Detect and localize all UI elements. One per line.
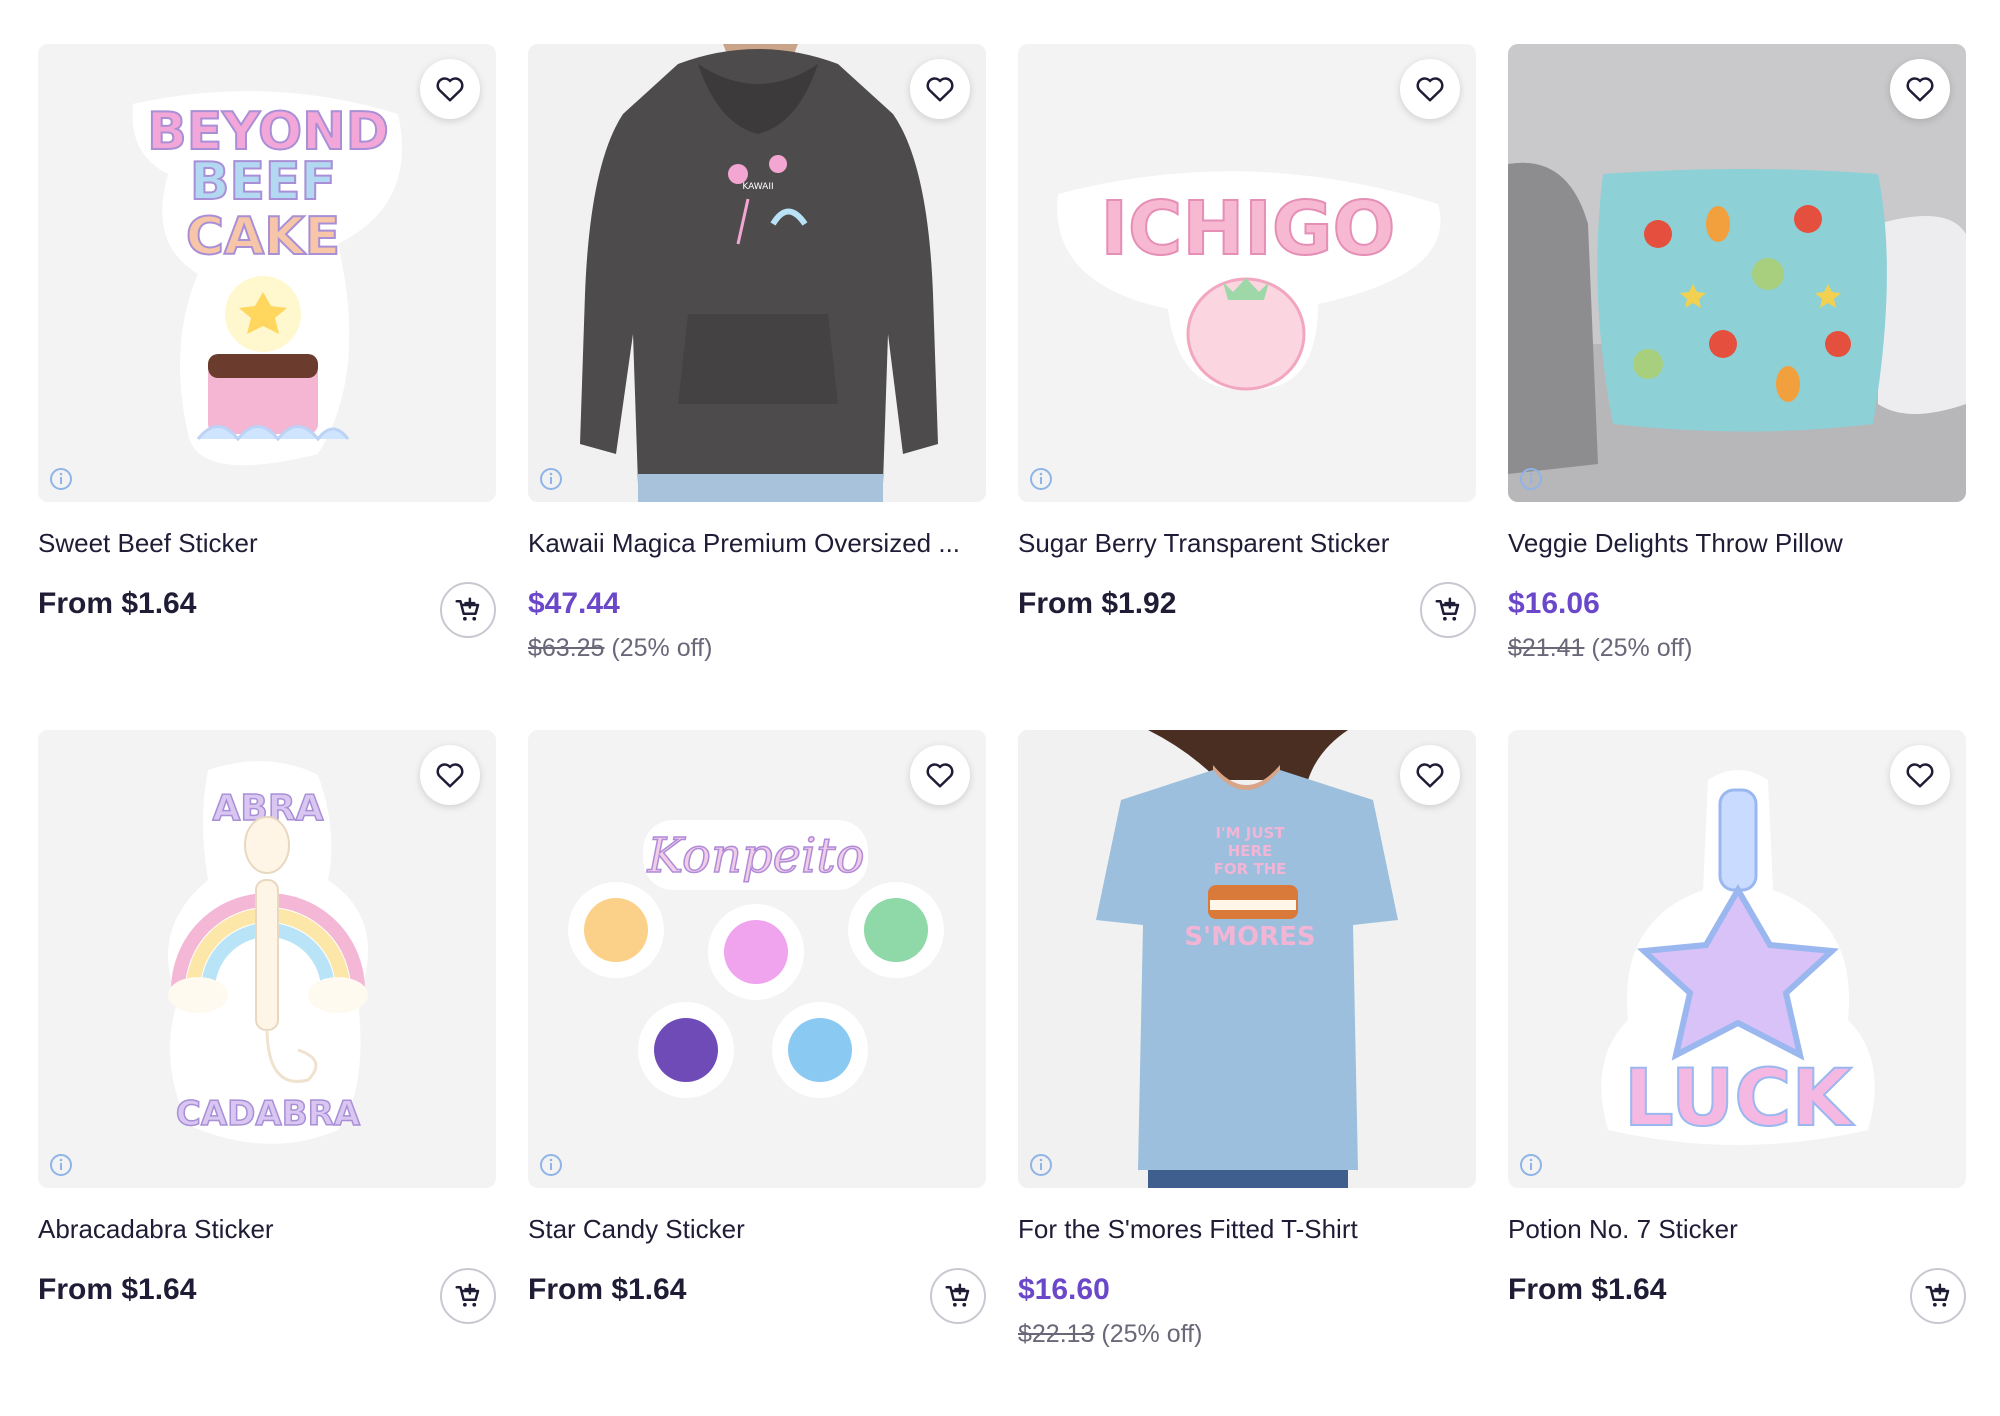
- product-price: From $1.92: [1018, 587, 1177, 620]
- heart-outline-icon: [436, 763, 464, 788]
- luck-potion-sticker-art: LUCK: [1601, 770, 1875, 1145]
- product-image[interactable]: Konpeito: [528, 730, 986, 1188]
- sticker-text: ICHIGO: [1101, 186, 1396, 272]
- discount-label: (25% off): [611, 634, 713, 662]
- add-to-cart-button[interactable]: [1420, 582, 1476, 638]
- ichigo-strawberry-sticker-art: ICHIGO: [1057, 171, 1441, 391]
- product-title[interactable]: Potion No. 7 Sticker: [1508, 1212, 1960, 1246]
- sticker-text-line-2: BEEF: [190, 152, 336, 212]
- info-circle-icon[interactable]: [1518, 466, 1544, 492]
- shirt-print-line-1: I'M JUST: [1215, 824, 1285, 842]
- add-to-cart-button[interactable]: [440, 1268, 496, 1324]
- shirt-print-line-3: FOR THE: [1214, 860, 1287, 878]
- smores-tshirt-art: I'M JUST HERE FOR THE S'MORES: [1018, 730, 1476, 1188]
- product-card[interactable]: KAWAII Kawaii Magica Premium Oversized .…: [528, 44, 986, 730]
- product-price: From $1.64: [38, 587, 197, 620]
- favorite-button[interactable]: [1890, 745, 1950, 805]
- veggie-pillow-art: [1508, 44, 1966, 502]
- product-title[interactable]: Sweet Beef Sticker: [38, 526, 490, 560]
- beyond-beef-cake-sticker-art: BEYOND BEEF CAKE: [132, 91, 402, 466]
- discount-label: (25% off): [1591, 634, 1693, 662]
- original-price: $63.25: [528, 634, 605, 662]
- original-price: $21.41: [1508, 634, 1585, 662]
- original-price-line: $21.41 (25% off): [1508, 632, 1966, 664]
- favorite-button[interactable]: [420, 745, 480, 805]
- product-price: From $1.64: [1508, 1273, 1667, 1306]
- product-card[interactable]: Veggie Delights Throw Pillow $16.06 $21.…: [1508, 44, 1966, 730]
- sticker-text-bottom: CADABRA: [176, 1094, 361, 1134]
- favorite-button[interactable]: [420, 59, 480, 119]
- heart-outline-icon: [926, 77, 954, 102]
- info-circle-icon[interactable]: [48, 466, 74, 492]
- info-circle-icon[interactable]: [1028, 1152, 1054, 1178]
- product-card[interactable]: Konpeito Star Candy Sticker From $1.64: [528, 730, 986, 1416]
- product-grid: BEYOND BEEF CAKE Sweet Beef Sticker From…: [38, 44, 1966, 1416]
- heart-outline-icon: [1906, 77, 1934, 102]
- heart-outline-icon: [1416, 763, 1444, 788]
- favorite-button[interactable]: [910, 59, 970, 119]
- product-image[interactable]: KAWAII: [528, 44, 986, 502]
- product-image[interactable]: I'M JUST HERE FOR THE S'MORES: [1018, 730, 1476, 1188]
- heart-outline-icon: [436, 77, 464, 102]
- heart-outline-icon: [926, 763, 954, 788]
- product-sale-price: $47.44: [528, 587, 620, 620]
- product-card[interactable]: ABRA CADABRA Abracadabra Sticker From $1…: [38, 730, 496, 1416]
- favorite-button[interactable]: [1400, 745, 1460, 805]
- product-image[interactable]: LUCK: [1508, 730, 1966, 1188]
- heart-outline-icon: [1906, 763, 1934, 788]
- cart-plus-icon: [455, 1283, 480, 1307]
- add-to-cart-button[interactable]: [930, 1268, 986, 1324]
- product-title[interactable]: For the S'mores Fitted T-Shirt: [1018, 1212, 1470, 1246]
- discount-label: (25% off): [1101, 1320, 1203, 1348]
- info-circle-icon[interactable]: [1028, 466, 1054, 492]
- info-circle-icon[interactable]: [538, 1152, 564, 1178]
- konpeito-sticker-art: Konpeito: [568, 820, 944, 1098]
- info-circle-icon[interactable]: [1518, 1152, 1544, 1178]
- shirt-print-line-4: S'MORES: [1184, 922, 1315, 952]
- cart-plus-icon: [455, 597, 480, 621]
- info-circle-icon[interactable]: [48, 1152, 74, 1178]
- sticker-text-line-3: CAKE: [186, 207, 340, 267]
- product-card[interactable]: BEYOND BEEF CAKE Sweet Beef Sticker From…: [38, 44, 496, 730]
- heart-outline-icon: [1416, 77, 1444, 102]
- product-image[interactable]: BEYOND BEEF CAKE: [38, 44, 496, 502]
- sticker-text: Konpeito: [646, 828, 864, 884]
- favorite-button[interactable]: [1890, 59, 1950, 119]
- product-card[interactable]: ICHIGO Sugar Berry Transparent Sticker F…: [1018, 44, 1476, 730]
- product-card[interactable]: I'M JUST HERE FOR THE S'MORES For the S'…: [1018, 730, 1476, 1416]
- product-title[interactable]: Sugar Berry Transparent Sticker: [1018, 526, 1470, 560]
- shirt-print-line-2: HERE: [1228, 842, 1273, 860]
- favorite-button[interactable]: [910, 745, 970, 805]
- product-title[interactable]: Star Candy Sticker: [528, 1212, 980, 1246]
- original-price-line: $63.25 (25% off): [528, 632, 986, 664]
- add-to-cart-button[interactable]: [1910, 1268, 1966, 1324]
- product-card[interactable]: LUCK Potion No. 7 Sticker From $1.64: [1508, 730, 1966, 1416]
- favorite-button[interactable]: [1400, 59, 1460, 119]
- product-image[interactable]: ICHIGO: [1018, 44, 1476, 502]
- gray-hoodie-art: KAWAII: [528, 44, 986, 502]
- cart-plus-icon: [945, 1283, 970, 1307]
- product-price: From $1.64: [38, 1273, 197, 1306]
- hoodie-print-text: KAWAII: [742, 182, 773, 192]
- product-sale-price: $16.60: [1018, 1273, 1110, 1306]
- product-image[interactable]: ABRA CADABRA: [38, 730, 496, 1188]
- product-title[interactable]: Abracadabra Sticker: [38, 1212, 490, 1246]
- product-image[interactable]: [1508, 44, 1966, 502]
- cart-plus-icon: [1925, 1283, 1950, 1307]
- cart-plus-icon: [1435, 597, 1460, 621]
- info-circle-icon[interactable]: [538, 466, 564, 492]
- original-price-line: $22.13 (25% off): [1018, 1318, 1476, 1350]
- product-title[interactable]: Veggie Delights Throw Pillow: [1508, 526, 1960, 560]
- original-price: $22.13: [1018, 1320, 1095, 1348]
- sticker-text: LUCK: [1624, 1054, 1855, 1144]
- product-title[interactable]: Kawaii Magica Premium Oversized ...: [528, 526, 980, 560]
- abracadabra-sticker-art: ABRA CADABRA: [168, 761, 368, 1144]
- add-to-cart-button[interactable]: [440, 582, 496, 638]
- product-price: From $1.64: [528, 1273, 687, 1306]
- product-sale-price: $16.06: [1508, 587, 1600, 620]
